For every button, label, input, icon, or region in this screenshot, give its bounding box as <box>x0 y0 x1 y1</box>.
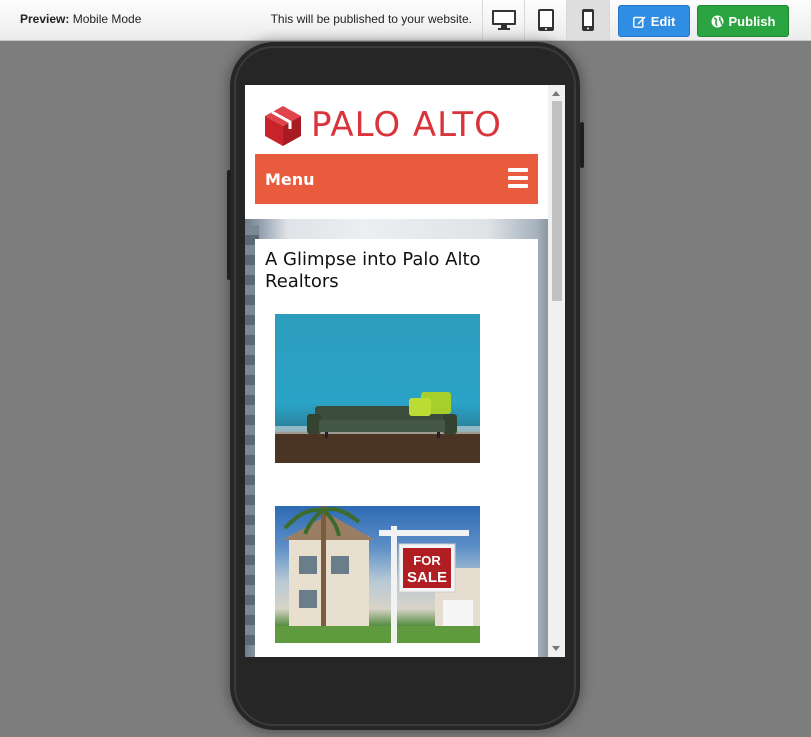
phone-side-button-left <box>227 170 231 280</box>
article-title: A Glimpse into Palo Alto Realtors <box>265 249 481 292</box>
globe-icon <box>711 15 724 27</box>
publish-button[interactable]: Publish <box>697 5 789 37</box>
preview-mode-label: Preview: Mobile Mode <box>20 12 141 26</box>
mobile-screen: PALO ALTO Menu A Glimpse into Palo Alto … <box>245 85 565 657</box>
tablet-view-button[interactable] <box>524 0 567 40</box>
cube-logo-icon <box>265 106 301 146</box>
sign-text-for: FOR <box>413 553 441 568</box>
scroll-down-arrow-icon[interactable] <box>552 646 560 651</box>
edit-button[interactable]: Edit <box>618 5 690 37</box>
edit-icon <box>632 16 646 28</box>
menu-bar[interactable]: Menu <box>255 154 538 204</box>
preview-toolbar: Preview: Mobile Mode This will be publis… <box>0 0 811 41</box>
desktop-icon <box>492 10 516 30</box>
scroll-thumb[interactable] <box>552 101 562 301</box>
scroll-up-arrow-icon[interactable] <box>552 91 560 96</box>
publish-button-label: Publish <box>728 13 776 29</box>
menu-label: Menu <box>265 170 315 189</box>
mobile-view-button[interactable] <box>566 0 610 40</box>
sign-text-sale: SALE <box>407 569 447 586</box>
publish-note: This will be published to your website. <box>270 12 472 26</box>
for-sale-sign-photo: FOR SALE <box>275 506 480 643</box>
preview-mode-value: Mobile Mode <box>72 12 142 26</box>
hamburger-icon[interactable] <box>508 168 528 188</box>
tablet-icon <box>538 9 554 31</box>
desktop-view-button[interactable] <box>482 0 525 40</box>
screen-scrollbar[interactable] <box>548 85 565 657</box>
sofa-illustration <box>275 392 480 463</box>
house-sign-illustration: FOR SALE <box>275 506 480 643</box>
site-logo-text[interactable]: PALO ALTO <box>311 105 502 145</box>
mobile-icon <box>582 9 594 31</box>
living-room-sofa-photo <box>275 314 480 463</box>
site-header: PALO ALTO Menu <box>245 85 548 219</box>
phone-side-button-right <box>580 122 584 168</box>
edit-button-label: Edit <box>650 13 676 29</box>
preview-label-bold: Preview: <box>20 12 70 26</box>
